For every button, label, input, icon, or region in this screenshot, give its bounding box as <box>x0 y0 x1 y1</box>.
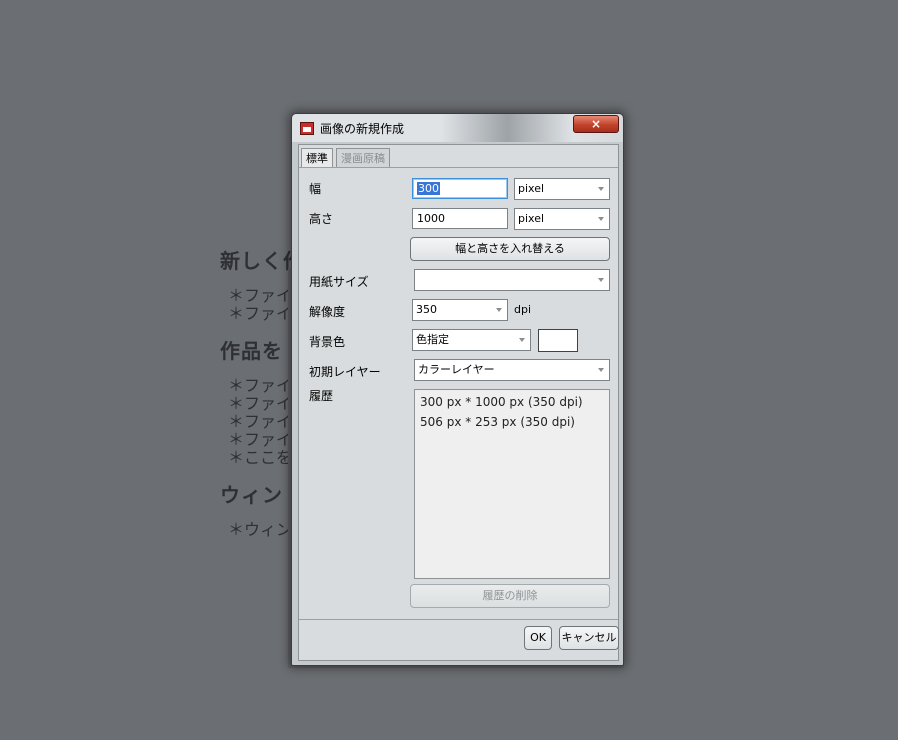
history-label: 履歴 <box>309 389 334 403</box>
cancel-button[interactable]: キャンセル <box>559 626 619 650</box>
dialog-body: 標準 漫画原稿 幅 300 pixel 高さ 1000 pixel 幅と高さを入… <box>298 144 619 661</box>
paper-size-label: 用紙サイズ <box>309 275 369 289</box>
dialog-title: 画像の新規作成 <box>320 122 405 136</box>
initial-layer-value: カラーレイヤー <box>418 363 495 376</box>
width-label: 幅 <box>309 182 322 196</box>
width-unit-select[interactable]: pixel <box>514 178 610 200</box>
panel-divider <box>299 619 618 620</box>
width-unit-value: pixel <box>518 182 545 195</box>
chevron-down-icon <box>496 308 502 312</box>
swap-width-height-button[interactable]: 幅と高さを入れ替える <box>410 237 610 261</box>
history-list[interactable]: 300 px * 1000 px (350 dpi) 506 px * 253 … <box>414 389 610 579</box>
height-input[interactable]: 1000 <box>412 208 508 229</box>
dialog-titlebar[interactable]: 画像の新規作成 × <box>292 114 623 142</box>
app-icon <box>300 122 314 135</box>
chevron-down-icon <box>598 187 604 191</box>
section-heading: 作品を <box>220 339 283 363</box>
initial-layer-label: 初期レイヤー <box>309 365 381 379</box>
history-item[interactable]: 300 px * 1000 px (350 dpi) <box>415 393 609 413</box>
resolution-label: 解像度 <box>309 305 346 319</box>
resolution-select[interactable]: 350 <box>412 299 508 321</box>
background-color-label: 背景色 <box>309 335 346 349</box>
resolution-value: 350 <box>416 303 437 316</box>
clear-history-button[interactable]: 履歴の削除 <box>410 584 610 608</box>
height-label: 高さ <box>309 212 334 226</box>
width-input[interactable]: 300 <box>412 178 508 199</box>
history-item[interactable]: 506 px * 253 px (350 dpi) <box>415 413 609 433</box>
close-button[interactable]: × <box>573 115 619 133</box>
paper-size-select[interactable] <box>414 269 610 291</box>
chevron-down-icon <box>598 217 604 221</box>
initial-layer-select[interactable]: カラーレイヤー <box>414 359 610 381</box>
tab-standard[interactable]: 標準 <box>301 148 333 168</box>
background-color-value: 色指定 <box>416 333 449 346</box>
background-color-select[interactable]: 色指定 <box>412 329 531 351</box>
height-unit-value: pixel <box>518 212 545 225</box>
ok-button[interactable]: OK <box>524 626 552 650</box>
width-value: 300 <box>417 182 440 195</box>
tab-manga-manuscript[interactable]: 漫画原稿 <box>336 148 390 168</box>
tab-divider <box>299 167 618 168</box>
chevron-down-icon <box>598 278 604 282</box>
background-color-swatch[interactable] <box>538 329 578 352</box>
height-value: 1000 <box>417 212 445 225</box>
resolution-unit: dpi <box>514 303 532 316</box>
chevron-down-icon <box>519 338 525 342</box>
chevron-down-icon <box>598 368 604 372</box>
new-image-dialog: 画像の新規作成 × 標準 漫画原稿 幅 300 pixel 高さ 1000 pi… <box>291 113 624 666</box>
height-unit-select[interactable]: pixel <box>514 208 610 230</box>
